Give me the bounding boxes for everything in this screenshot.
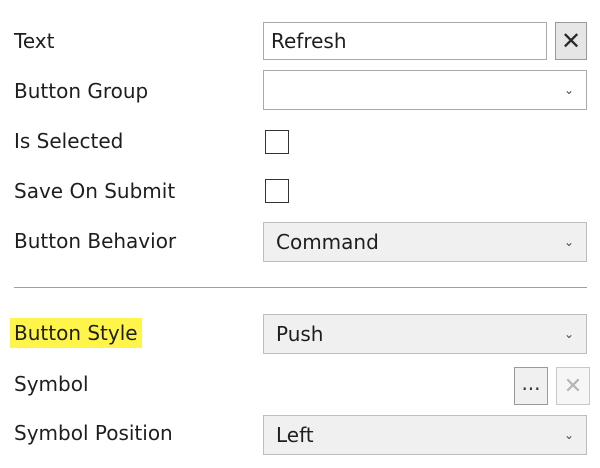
ellipsis-icon: ... [521, 371, 541, 395]
symbol-clear-button[interactable]: ✕ [556, 367, 590, 405]
close-icon: ✕ [563, 373, 583, 399]
chevron-down-icon: ⌄ [563, 428, 575, 442]
button-behavior-dropdown[interactable]: Command ⌄ [263, 222, 587, 262]
is-selected-label: Is Selected [14, 129, 124, 153]
symbol-position-dropdown[interactable]: Left ⌄ [263, 415, 587, 455]
symbol-label: Symbol [14, 372, 89, 396]
chevron-down-icon: ⌄ [563, 83, 575, 97]
button-group-label: Button Group [14, 79, 149, 103]
button-style-value: Push [276, 322, 324, 346]
symbol-position-label: Symbol Position [14, 421, 173, 445]
button-behavior-value: Command [276, 230, 379, 254]
close-icon: ✕ [560, 27, 582, 55]
button-style-label: Button Style [10, 318, 142, 348]
clear-text-button[interactable]: ✕ [555, 22, 587, 60]
chevron-down-icon: ⌄ [563, 235, 575, 249]
text-label: Text [14, 29, 55, 53]
button-style-dropdown[interactable]: Push ⌄ [263, 314, 587, 354]
button-group-dropdown[interactable]: ⌄ [263, 70, 587, 110]
symbol-position-value: Left [276, 423, 314, 447]
chevron-down-icon: ⌄ [563, 327, 575, 341]
save-on-submit-checkbox[interactable] [265, 179, 289, 203]
symbol-browse-button[interactable]: ... [514, 367, 548, 405]
button-behavior-label: Button Behavior [14, 229, 177, 253]
is-selected-checkbox[interactable] [265, 130, 289, 154]
section-divider [14, 287, 587, 288]
text-input[interactable]: Refresh [263, 22, 547, 60]
save-on-submit-label: Save On Submit [14, 179, 176, 203]
